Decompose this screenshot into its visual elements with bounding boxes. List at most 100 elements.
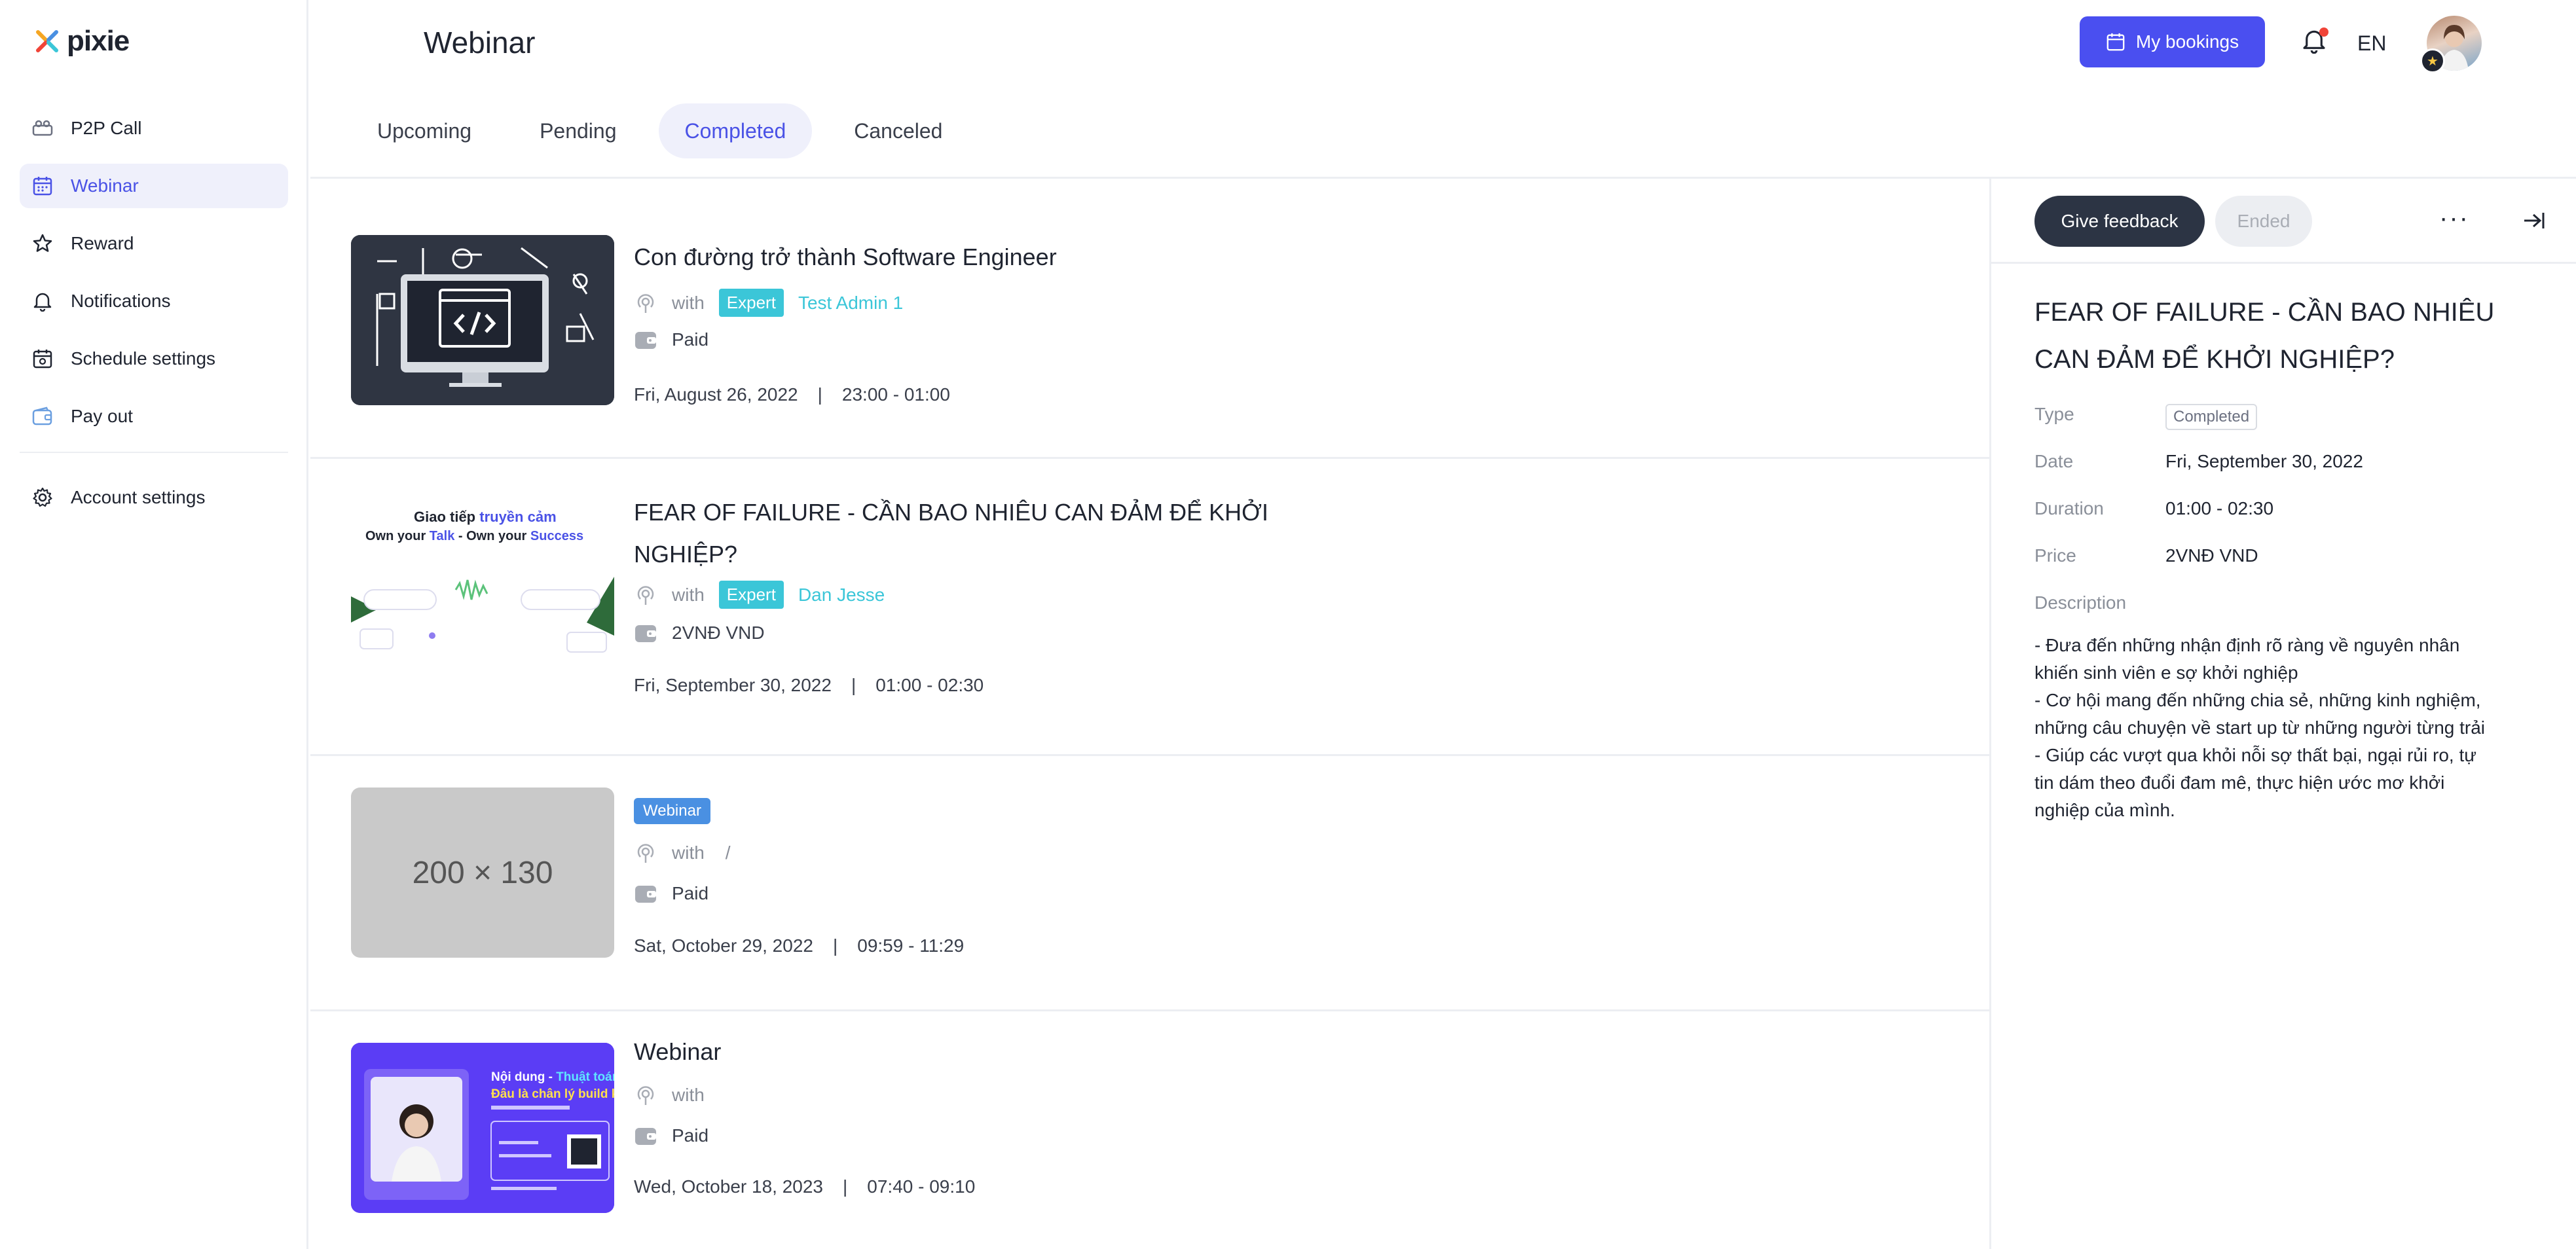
webinar-list: Con đường trở thành Software Engineer wi… <box>310 179 1989 1249</box>
detail-type-row: Type Completed <box>2034 404 2258 430</box>
wallet-icon <box>635 886 656 903</box>
language-selector[interactable]: EN <box>2357 31 2386 56</box>
collapse-panel-icon[interactable] <box>2520 208 2547 234</box>
list-item[interactable]: Con đường trở thành Software Engineer wi… <box>310 179 1989 459</box>
detail-price-row: Price 2VNĐ VND <box>2034 545 2258 566</box>
status-tabs: Upcoming Pending Completed Canceled <box>351 103 968 158</box>
give-feedback-button[interactable]: Give feedback <box>2034 196 2205 247</box>
sidebar-item-label: Notifications <box>71 291 171 311</box>
sidebar-item-notifications[interactable]: Notifications <box>20 279 288 323</box>
top-header: Webinar My bookings EN ★ <box>310 0 2576 85</box>
wallet-icon <box>31 405 54 427</box>
svg-text:Own your Talk - Own your Succe: Own your Talk - Own your Success <box>365 529 583 543</box>
more-options-icon[interactable]: ··· <box>2439 205 2469 231</box>
sidebar-item-schedule-settings[interactable]: Schedule settings <box>20 336 288 381</box>
detail-duration-row: Duration 01:00 - 02:30 <box>2034 498 2273 519</box>
detail-title: FEAR OF FAILURE - CẦN BAO NHIÊU CAN ĐẢM … <box>2034 298 2495 374</box>
logo[interactable]: pixie <box>34 25 130 58</box>
date-value: Fri, September 30, 2022 <box>2165 451 2363 471</box>
time-text: 23:00 - 01:00 <box>841 384 950 405</box>
wallet-icon <box>635 1128 656 1145</box>
thumb-heading-2d: Success <box>530 529 583 543</box>
datetime: Wed, October 18, 2023 | 07:40 - 09:10 <box>634 1176 975 1197</box>
list-item[interactable]: Nội dung - Thuật toán Đâu là chân lý bui… <box>310 1011 1989 1249</box>
price-line: Paid <box>634 329 708 350</box>
date-text: Sat, October 29, 2022 <box>634 935 813 956</box>
calendar-icon <box>31 175 54 197</box>
sidebar-divider <box>20 452 288 453</box>
webinar-thumbnail: Giao tiếp truyền cảm Own your Talk - Own… <box>351 498 614 668</box>
separator: | <box>832 935 838 956</box>
price-label: Price <box>2034 545 2076 566</box>
ended-status-button: Ended <box>2215 196 2312 247</box>
tab-completed[interactable]: Completed <box>658 103 813 158</box>
thumb-heading-1b: truyền cảm <box>479 509 556 525</box>
webinar-title[interactable]: FEAR OF FAILURE - CẦN BAO NHIÊU CAN ĐẢM … <box>634 492 1276 575</box>
webinar-title[interactable]: Webinar <box>634 1031 1276 1073</box>
tab-pending[interactable]: Pending <box>513 103 642 158</box>
notification-dot <box>2319 27 2328 37</box>
sidebar: pixie P2P Call Webinar Reward Notificati… <box>0 0 308 1249</box>
type-badge: Completed <box>2165 404 2258 430</box>
thumb-heading-1: Giao tiếp <box>414 509 479 525</box>
sidebar-item-label: Webinar <box>71 175 139 196</box>
with-label: with <box>672 584 705 605</box>
price-line: 2VNĐ VND <box>634 623 765 643</box>
sidebar-item-reward[interactable]: Reward <box>20 221 288 266</box>
sidebar-item-p2p-call[interactable]: P2P Call <box>20 106 288 151</box>
star-badge-icon: ★ <box>2420 48 2445 73</box>
time-text: 09:59 - 11:29 <box>857 935 965 956</box>
svg-text:Giao tiếp truyền cảm: Giao tiếp truyền cảm <box>414 509 557 525</box>
host-line: with Expert Test Admin 1 <box>634 289 903 317</box>
sidebar-item-pay-out[interactable]: Pay out <box>20 394 288 439</box>
sidebar-item-label: Pay out <box>71 406 133 426</box>
expert-separator: / <box>725 842 731 863</box>
star-icon <box>31 232 54 255</box>
host-line: with Expert Dan Jesse <box>634 581 885 609</box>
video-call-icon <box>31 117 54 139</box>
detail-panel: Give feedback Ended ··· FEAR OF FAILURE … <box>1989 179 2576 1249</box>
list-item[interactable]: Giao tiếp truyền cảm Own your Talk - Own… <box>310 459 1989 756</box>
webinar-type-badge: Webinar <box>634 798 710 824</box>
page-title: Webinar <box>424 26 536 60</box>
tab-upcoming[interactable]: Upcoming <box>351 103 498 158</box>
sidebar-item-account-settings[interactable]: Account settings <box>20 475 288 520</box>
webinar-title[interactable]: Con đường trở thành Software Engineer <box>634 236 1276 278</box>
duration-label: Duration <box>2034 498 2104 518</box>
pixie-logo-icon <box>36 30 58 52</box>
placeholder-thumbnail: 200 × 130 <box>351 787 614 958</box>
thumb-heading-1b: Thuật toán <box>556 1070 614 1084</box>
my-bookings-button[interactable]: My bookings <box>2080 16 2265 67</box>
price-text: Paid <box>672 329 709 350</box>
gear-icon <box>31 486 54 509</box>
datetime: Fri, September 30, 2022 | 01:00 - 02:30 <box>634 675 984 696</box>
calendar-settings-icon <box>31 348 54 370</box>
thumb-heading-2: Đâu là chân lý build k <box>491 1087 614 1101</box>
webinar-thumbnail <box>351 235 614 405</box>
wallet-icon <box>635 332 656 349</box>
tab-canceled[interactable]: Canceled <box>828 103 968 158</box>
price-text: 2VNĐ VND <box>672 623 765 643</box>
thumb-heading-2b: Talk <box>430 529 455 543</box>
sidebar-item-webinar[interactable]: Webinar <box>20 164 288 208</box>
with-label: with <box>672 842 705 863</box>
duration-value: 01:00 - 02:30 <box>2165 498 2274 518</box>
svg-text:Nội dung - Thuật toán: Nội dung - Thuật toán <box>491 1070 614 1084</box>
thumb-heading-1: Nội dung - <box>491 1070 556 1084</box>
date-text: Fri, August 26, 2022 <box>634 384 798 405</box>
sidebar-item-label: Schedule settings <box>71 348 216 369</box>
datetime: Fri, August 26, 2022 | 23:00 - 01:00 <box>634 384 950 405</box>
logo-text: pixie <box>67 25 130 57</box>
datetime: Sat, October 29, 2022 | 09:59 - 11:29 <box>634 935 964 956</box>
thumb-heading-2a: Own your <box>365 529 430 543</box>
expert-name-link[interactable]: Test Admin 1 <box>798 293 903 314</box>
expert-name-link[interactable]: Dan Jesse <box>798 585 885 606</box>
detail-description-row: Description <box>2034 592 2165 613</box>
price-text: Paid <box>672 883 709 903</box>
expert-badge: Expert <box>718 289 784 317</box>
detail-date-row: Date Fri, September 30, 2022 <box>2034 451 2363 472</box>
type-label: Type <box>2034 404 2074 424</box>
separator: | <box>851 675 856 695</box>
calendar-icon <box>2107 33 2125 51</box>
list-item[interactable]: 200 × 130 Webinar with / Paid Sat, Octob… <box>310 756 1989 1011</box>
